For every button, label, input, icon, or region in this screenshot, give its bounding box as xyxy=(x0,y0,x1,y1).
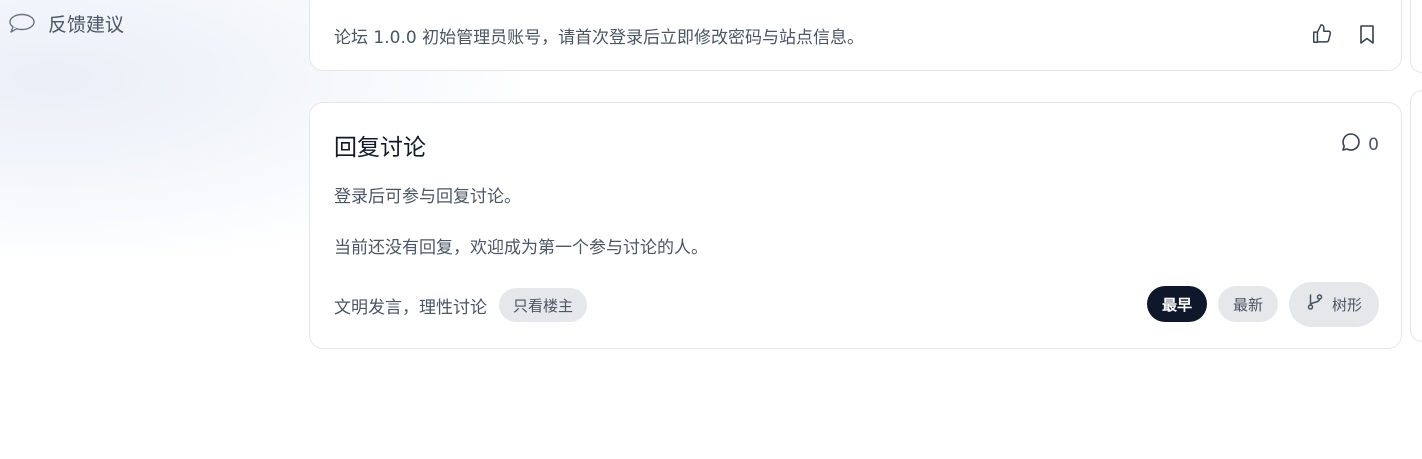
sort-tree-label: 树形 xyxy=(1331,295,1362,314)
sidebar-item-label: 反馈建议 xyxy=(48,13,125,36)
reply-section-title: 回复讨论 xyxy=(334,135,426,161)
sort-earliest-button[interactable]: 最早 xyxy=(1146,286,1207,322)
bookmark-icon[interactable] xyxy=(1358,24,1376,49)
announcement-card: 论坛 1.0.0 初始管理员账号，请首次登录后立即修改密码与站点信息。 xyxy=(309,0,1402,71)
announcement-text: 论坛 1.0.0 初始管理员账号，请首次登录后立即修改密码与站点信息。 xyxy=(334,28,865,48)
login-hint: 登录后可参与回复讨论。 xyxy=(334,187,521,207)
comment-count: 0 xyxy=(1340,131,1379,158)
civility-note: 文明发言，理性讨论 xyxy=(334,297,487,318)
reply-footer-left: 文明发言，理性讨论 只看楼主 xyxy=(334,287,588,323)
speech-bubble-icon xyxy=(8,12,36,34)
side-panel-edge xyxy=(1410,90,1422,342)
thumbs-up-icon[interactable] xyxy=(1311,23,1333,49)
reply-section-card: 回复讨论 0 登录后可参与回复讨论。 当前还没有回复，欢迎成为第一个参与讨论的人… xyxy=(309,102,1402,349)
comment-count-value: 0 xyxy=(1368,134,1379,155)
empty-replies-hint: 当前还没有回复，欢迎成为第一个参与讨论的人。 xyxy=(334,238,708,258)
sort-latest-button[interactable]: 最新 xyxy=(1217,286,1278,322)
op-only-button[interactable]: 只看楼主 xyxy=(499,288,588,322)
git-branch-icon xyxy=(1306,293,1324,315)
comment-icon xyxy=(1340,131,1362,158)
sort-controls: 最早 最新 树形 xyxy=(1146,281,1379,327)
sort-tree-button[interactable]: 树形 xyxy=(1288,281,1379,327)
side-panel-edge xyxy=(1410,0,1422,73)
sidebar-item-feedback[interactable]: 反馈建议 xyxy=(8,8,124,38)
